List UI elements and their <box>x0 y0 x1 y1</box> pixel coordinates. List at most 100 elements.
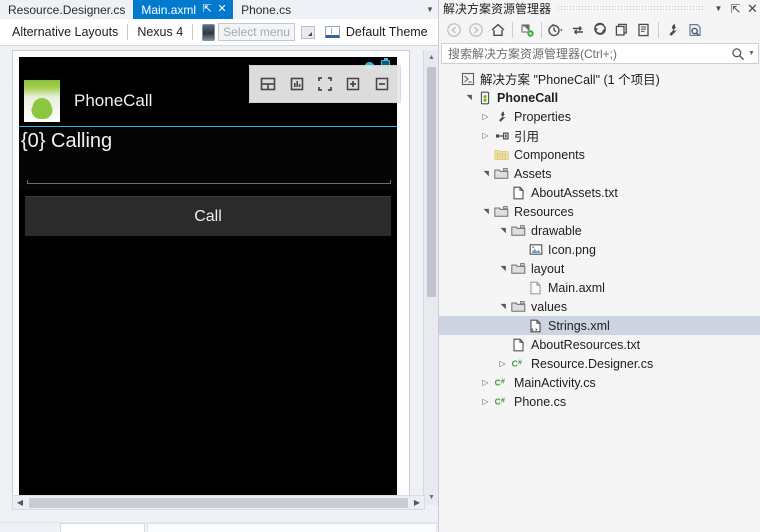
tree-item[interactable]: ▷ Properties <box>439 107 760 126</box>
tree-item[interactable]: AboutAssets.txt <box>439 183 760 202</box>
csharp-file-icon: C # <box>492 373 511 392</box>
tree-item[interactable]: Icon.png <box>439 240 760 259</box>
zoom-in-icon[interactable] <box>342 73 364 95</box>
fullscreen-icon[interactable] <box>314 73 336 95</box>
tree-item[interactable]: ◢ Resources <box>439 202 760 221</box>
pin-icon[interactable]: ⇱ <box>201 4 213 15</box>
scroll-right-arrow-icon[interactable]: ▶ <box>410 496 424 509</box>
window-dropdown-icon[interactable]: ▼ <box>710 1 727 16</box>
theme-icon <box>324 26 340 38</box>
search-icon[interactable] <box>728 47 748 61</box>
tree-expander-expanded-icon[interactable]: ◢ <box>493 262 512 275</box>
scroll-left-arrow-icon[interactable]: ◀ <box>13 496 27 509</box>
toolbar-divider <box>541 21 542 38</box>
tree-expander-placeholder <box>496 183 509 202</box>
tree-item[interactable]: ◢ values <box>439 297 760 316</box>
tree-item[interactable]: Components <box>439 145 760 164</box>
tree-expander-collapsed-icon[interactable]: ▷ <box>496 354 509 373</box>
scrollbar-thumb[interactable] <box>427 67 436 297</box>
tree-expander-collapsed-icon[interactable]: ▷ <box>479 373 492 392</box>
designer-overlay-toolbar <box>249 65 401 103</box>
tree-item[interactable]: AboutResources.txt <box>439 335 760 354</box>
select-menu-combo[interactable]: Select menu <box>218 23 295 41</box>
tree-item[interactable]: Strings.xml <box>439 316 760 335</box>
tree-item[interactable]: ▷ C # Resource.Designer.cs <box>439 354 760 373</box>
search-input[interactable] <box>442 46 728 61</box>
tree-item[interactable]: Main.axml <box>439 278 760 297</box>
tree-item[interactable]: 解决方案 "PhoneCall" (1 个项目) <box>439 69 760 88</box>
solution-tree[interactable]: 解决方案 "PhoneCall" (1 个项目) ◢ PhoneCall ▷ Prope… <box>439 66 760 532</box>
forward-navigate-icon[interactable] <box>465 19 487 40</box>
dropdown-icon[interactable] <box>300 25 315 39</box>
tree-item[interactable]: ◢ PhoneCall <box>439 88 760 107</box>
solution-explorer-search[interactable]: ▼ <box>441 43 759 64</box>
tree-item-label: drawable <box>531 223 582 238</box>
bottom-panel-tab[interactable] <box>60 523 145 532</box>
back-navigate-icon[interactable] <box>443 19 465 40</box>
designer-toolbar: Alternative Layouts Nexus 4 Select menu … <box>0 19 438 46</box>
tree-item[interactable]: ▷ C # Phone.cs <box>439 392 760 411</box>
bottom-panel-body <box>147 523 437 532</box>
scroll-up-arrow-icon[interactable]: ▲ <box>424 50 439 65</box>
properties-panel-icon[interactable] <box>286 73 308 95</box>
tree-item[interactable]: ▷ 引用 <box>439 126 760 145</box>
refresh-icon[interactable] <box>567 19 589 40</box>
show-all-files-icon[interactable] <box>611 19 633 40</box>
call-button[interactable]: Call <box>25 196 391 236</box>
tree-item[interactable]: ◢ Assets <box>439 164 760 183</box>
tree-expander-collapsed-icon[interactable]: ▷ <box>479 107 492 126</box>
toolbar-divider <box>192 24 194 40</box>
title-bar-grip <box>557 5 704 12</box>
alternative-layouts-button[interactable]: Alternative Layouts <box>12 25 118 39</box>
designer-horizontal-scrollbar[interactable]: ◀ ▶ <box>12 495 425 510</box>
tab-resource-designer-cs[interactable]: Resource.Designer.cs <box>0 0 134 19</box>
tree-expander-expanded-icon[interactable]: ◢ <box>459 91 478 104</box>
scrollbar-thumb[interactable] <box>29 497 408 508</box>
collapse-all-icon[interactable] <box>589 19 611 40</box>
pending-changes-filter-icon[interactable] <box>545 19 567 40</box>
android-preview-device: PhoneCall {0} Calling Call <box>19 57 397 500</box>
home-icon[interactable] <box>487 19 509 40</box>
tree-expander-expanded-icon[interactable]: ◢ <box>493 300 512 313</box>
tree-expander-expanded-icon[interactable]: ◢ <box>476 167 495 180</box>
sync-with-active-document-icon[interactable] <box>516 19 538 40</box>
tab-main-axml[interactable]: Main.axml <box>133 0 199 19</box>
zoom-out-icon[interactable] <box>371 73 393 95</box>
theme-selector[interactable]: Default Theme <box>346 25 428 39</box>
tree-item[interactable]: ▷ C # MainActivity.cs <box>439 373 760 392</box>
tree-item[interactable]: ◢ drawable <box>439 221 760 240</box>
split-view-icon[interactable] <box>257 73 279 95</box>
svg-text:C: C <box>512 359 518 369</box>
tab-phone-cs[interactable]: Phone.cs <box>233 0 300 19</box>
tree-item-label: Assets <box>514 166 552 181</box>
pin-icon[interactable]: ⇱ <box>727 1 744 16</box>
tree-expander-expanded-icon[interactable]: ◢ <box>476 205 495 218</box>
android-app-icon <box>24 79 60 122</box>
device-selector[interactable]: Nexus 4 <box>137 25 183 39</box>
solution-explorer-pane: 解决方案资源管理器 ▼ ⇱ ✕ 搜索解决方案资源管理器(Ctrl+;) ▼ 解决… <box>438 0 760 532</box>
tree-expander-collapsed-icon[interactable]: ▷ <box>479 126 492 145</box>
search-options-dropdown-icon[interactable]: ▼ <box>748 50 758 57</box>
tree-item[interactable]: ◢ layout <box>439 259 760 278</box>
edit-text-widget[interactable]: {0} Calling <box>19 128 397 190</box>
properties-icon[interactable] <box>662 19 684 40</box>
chevron-down-icon[interactable]: ▼ <box>422 0 438 19</box>
close-icon[interactable]: ✕ <box>216 4 228 15</box>
tree-expander-collapsed-icon[interactable]: ▷ <box>479 392 492 411</box>
designer-vertical-scrollbar[interactable]: ▲ ▼ <box>423 50 438 505</box>
wrench-icon <box>492 107 511 126</box>
close-icon[interactable]: ✕ <box>744 1 760 16</box>
tree-item-label: MainActivity.cs <box>514 375 596 390</box>
scroll-down-arrow-icon[interactable]: ▼ <box>424 490 439 505</box>
tree-expander-expanded-icon[interactable]: ◢ <box>493 224 512 237</box>
preview-selected-items-icon[interactable] <box>633 19 655 40</box>
preview-window-icon[interactable] <box>684 19 706 40</box>
tree-item-label: Main.axml <box>548 280 605 295</box>
xml-file-icon <box>526 316 545 335</box>
phone-portrait-icon[interactable] <box>202 23 216 41</box>
tree-item-label: 引用 <box>514 130 540 144</box>
design-canvas[interactable]: PhoneCall {0} Calling Call <box>12 50 410 505</box>
